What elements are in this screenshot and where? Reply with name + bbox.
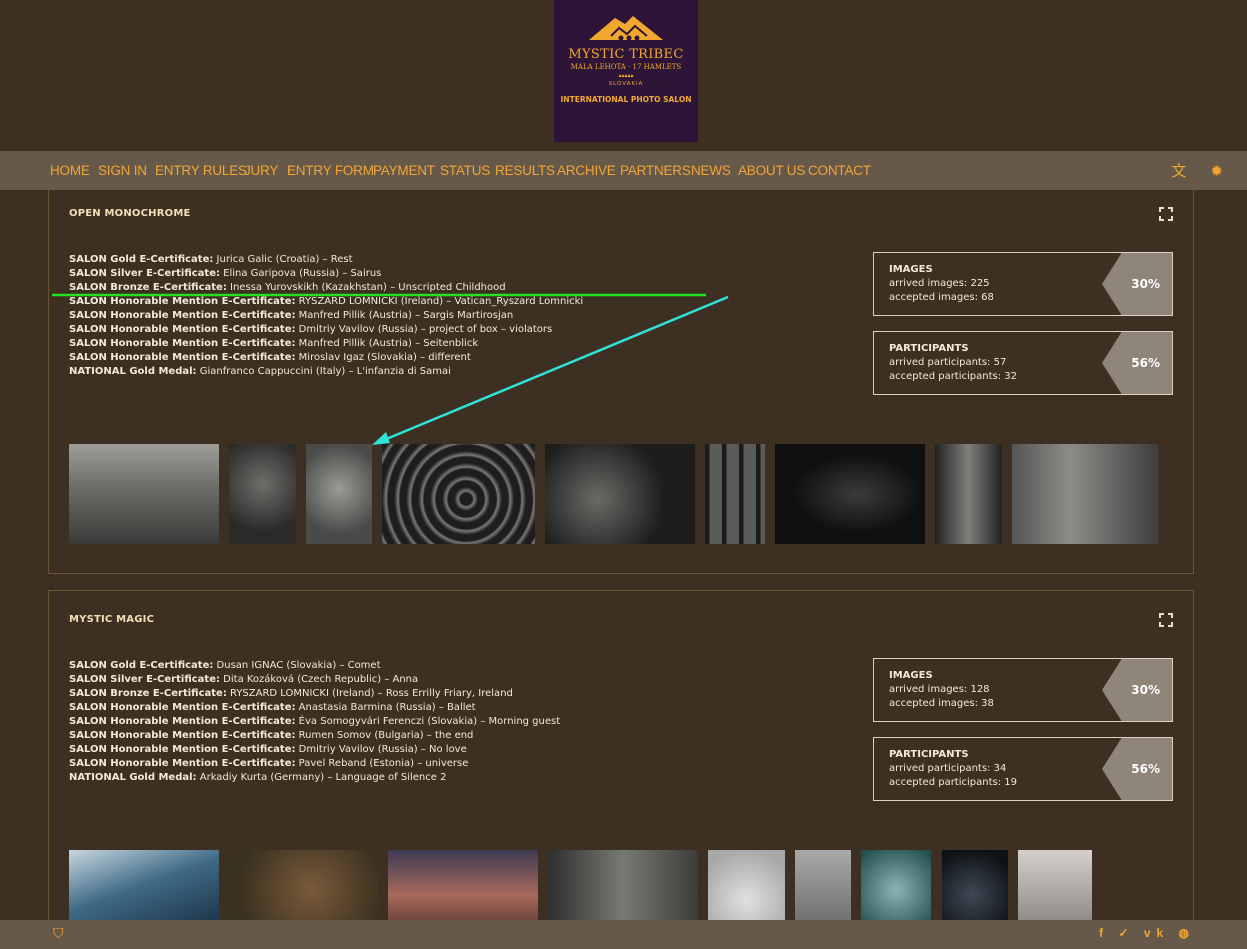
participants-stat-box: PARTICIPANTS arrived participants: 57 ac… [873, 331, 1173, 395]
thumbnail[interactable] [306, 444, 372, 544]
result-row: SALON Honorable Mention E-Certificate: M… [69, 352, 471, 363]
result-row: SALON Honorable Mention E-Certificate: R… [69, 730, 474, 741]
result-row: SALON Gold E-Certificate: Jurica Galic (… [69, 254, 353, 265]
nav-home[interactable]: HOME [50, 163, 90, 178]
section-mystic-magic: MYSTIC MAGIC SALON Gold E-Certificate: D… [48, 590, 1194, 949]
nav-partners[interactable]: PARTNERS [620, 163, 691, 178]
participants-stat-box: PARTICIPANTS arrived participants: 34 ac… [873, 737, 1173, 801]
thumbnail[interactable] [1012, 444, 1158, 544]
nav-about-us[interactable]: ABOUT US [738, 163, 805, 178]
accepted-participants: accepted participants: 19 [889, 777, 1018, 788]
stat-label: PARTICIPANTS [889, 343, 969, 354]
arrived-images: arrived images: 128 [889, 684, 990, 695]
main-nav: HOME SIGN IN ENTRY RULES JURY ENTRY FORM… [0, 151, 1247, 190]
thumbnail[interactable] [69, 444, 219, 544]
thumbnail[interactable] [545, 444, 695, 544]
result-row: SALON Gold E-Certificate: Dusan IGNAC (S… [69, 660, 381, 671]
results-list: SALON Gold E-Certificate: Dusan IGNAC (S… [69, 659, 560, 785]
nav-entry-form[interactable]: ENTRY FORM [287, 163, 374, 178]
result-row: SALON Bronze E-Certificate: RYSZARD LOMN… [69, 688, 513, 699]
fullscreen-icon[interactable] [1159, 613, 1173, 627]
stat-label: IMAGES [889, 670, 933, 681]
result-row: SALON Honorable Mention E-Certificate: É… [69, 716, 561, 727]
result-row: SALON Honorable Mention E-Certificate: P… [69, 758, 469, 769]
nav-status[interactable]: STATUS [440, 163, 490, 178]
translate-icon[interactable]: 文 [1171, 160, 1186, 181]
result-row: NATIONAL Gold Medal: Gianfranco Cappucci… [69, 366, 451, 377]
result-row: SALON Bronze E-Certificate: Inessa Yurov… [69, 282, 506, 293]
nav-payment[interactable]: PAYMENT [373, 163, 435, 178]
thumbnail[interactable] [935, 444, 1002, 544]
percent-badge: 30% [1102, 659, 1172, 721]
result-row: SALON Honorable Mention E-Certificate: D… [69, 744, 467, 755]
result-row: SALON Silver E-Certificate: Elina Garipo… [69, 268, 382, 279]
stat-label: IMAGES [889, 264, 933, 275]
percent-badge: 30% [1102, 253, 1172, 315]
nav-sign-in[interactable]: SIGN IN [98, 163, 147, 178]
result-row: SALON Silver E-Certificate: Dita Kozákov… [69, 674, 419, 685]
percent-badge: 56% [1102, 738, 1172, 800]
result-row: SALON Honorable Mention E-Certificate: A… [69, 702, 476, 713]
logo-tagline: INTERNATIONAL PHOTO SALON [560, 95, 692, 104]
arrived-participants: arrived participants: 34 [889, 763, 1007, 774]
thumbnail[interactable] [382, 444, 535, 544]
nav-news[interactable]: NEWS [691, 163, 731, 178]
thumbnail[interactable] [705, 444, 765, 544]
arrived-images: arrived images: 225 [889, 278, 990, 289]
result-row: NATIONAL Gold Medal: Arkadiy Kurta (Germ… [69, 772, 447, 783]
accepted-participants: accepted participants: 32 [889, 371, 1018, 382]
images-stat-box: IMAGES arrived images: 128 accepted imag… [873, 658, 1173, 722]
accepted-images: accepted images: 38 [889, 698, 994, 709]
logo-subtitle: MALA LEHOTA · 17 HAMLETS [570, 63, 682, 71]
stat-label: PARTICIPANTS [889, 749, 969, 760]
thumbnail[interactable] [775, 444, 925, 544]
thumbnail[interactable] [229, 444, 296, 544]
mountain-logo-icon [589, 16, 663, 41]
accepted-images: accepted images: 68 [889, 292, 994, 303]
result-row: SALON Honorable Mention E-Certificate: M… [69, 338, 479, 349]
section-title: MYSTIC MAGIC [69, 614, 155, 625]
result-row: SALON Honorable Mention E-Certificate: D… [69, 324, 553, 335]
section-open-monochrome: OPEN MONOCHROME SALON Gold E-Certificate… [48, 190, 1194, 574]
logo-title: MYSTIC TRIBEC [568, 47, 684, 62]
section-title: OPEN MONOCHROME [69, 208, 191, 219]
images-stat-box: IMAGES arrived images: 225 accepted imag… [873, 252, 1173, 316]
fullscreen-icon[interactable] [1159, 207, 1173, 221]
results-list: SALON Gold E-Certificate: Jurica Galic (… [69, 253, 583, 379]
nav-jury[interactable]: JURY [244, 163, 278, 178]
nav-results[interactable]: RESULTS [495, 163, 555, 178]
social-icons[interactable]: f ✓ vk ◍ [1099, 926, 1195, 940]
nav-entry-rules[interactable]: ENTRY RULES [155, 163, 247, 178]
arrived-participants: arrived participants: 57 [889, 357, 1007, 368]
result-row: SALON Honorable Mention E-Certificate: M… [69, 310, 514, 321]
shield-icon[interactable]: ⛉ [53, 926, 64, 942]
bug-icon[interactable]: ✹ [1210, 162, 1223, 180]
footer-bar: ⛉ f ✓ vk ◍ [0, 920, 1247, 949]
thumbnail-strip [69, 444, 1169, 544]
site-logo[interactable]: MYSTIC TRIBEC MALA LEHOTA · 17 HAMLETS ▴… [554, 0, 698, 142]
percent-badge: 56% [1102, 332, 1172, 394]
nav-contact[interactable]: CONTACT [808, 163, 871, 178]
logo-ornament: ▴▴▴▴▴ [618, 72, 634, 79]
nav-archive[interactable]: ARCHIVE [557, 163, 616, 178]
logo-country: SLOVAKIA [608, 81, 644, 87]
result-row: SALON Honorable Mention E-Certificate: R… [69, 296, 584, 307]
